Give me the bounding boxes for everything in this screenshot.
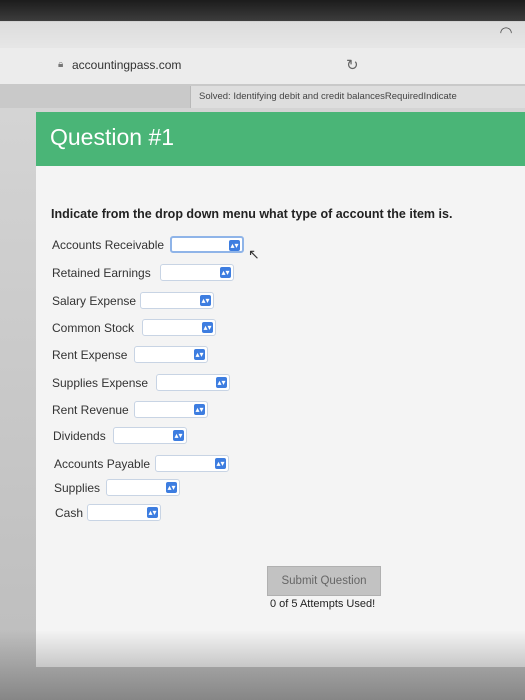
reload-icon[interactable]: ↻ xyxy=(346,56,359,74)
select-arrows-icon: ▴▾ xyxy=(166,482,177,493)
account-type-select[interactable]: ▴▾ xyxy=(87,504,161,521)
item-label: Supplies Expense xyxy=(52,376,149,390)
select-arrows-icon: ▴▾ xyxy=(215,458,226,469)
select-arrows-icon: ▴▾ xyxy=(194,404,205,415)
screen-bottom-shade xyxy=(0,630,525,700)
account-type-select[interactable]: ▴▾ xyxy=(142,319,216,336)
tab-bar: Solved: Identifying debit and credit bal… xyxy=(0,84,525,109)
question-instruction: Indicate from the drop down menu what ty… xyxy=(51,207,453,221)
attempts-counter: 0 of 5 Attempts Used! xyxy=(270,598,376,610)
select-arrows-icon: ▴▾ xyxy=(229,240,240,251)
select-arrows-icon: ▴▾ xyxy=(173,430,184,441)
item-label: Rent Expense xyxy=(52,348,128,362)
item-label: Accounts Payable xyxy=(54,457,151,471)
select-arrows-icon: ▴▾ xyxy=(220,267,231,278)
lock-icon: 🔒︎ xyxy=(58,59,64,70)
item-label: Salary Expense xyxy=(52,294,137,308)
account-type-select[interactable]: ▴▾ xyxy=(160,264,234,281)
item-label: Cash xyxy=(55,506,84,520)
account-type-select[interactable]: ▴▾ xyxy=(155,455,229,472)
account-type-select[interactable]: ▴▾ xyxy=(134,346,208,363)
account-type-select[interactable]: ▴▾ xyxy=(140,292,214,309)
question-title: Question #1 xyxy=(50,124,175,150)
item-label: Accounts Receivable xyxy=(52,238,165,252)
item-label: Common Stock xyxy=(52,321,135,335)
select-arrows-icon: ▴▾ xyxy=(216,377,227,388)
tab-active[interactable]: Solved: Identifying debit and credit bal… xyxy=(190,86,525,108)
account-type-select[interactable]: ▴▾ xyxy=(170,236,244,253)
select-arrows-icon: ▴▾ xyxy=(202,322,213,333)
page-content: Question #1 Indicate from the drop down … xyxy=(0,108,525,700)
account-type-select[interactable]: ▴▾ xyxy=(113,427,187,444)
item-label: Rent Revenue xyxy=(52,403,129,417)
account-type-select[interactable]: ▴▾ xyxy=(134,401,208,418)
submit-question-button[interactable]: Submit Question xyxy=(267,566,381,596)
mouse-cursor-icon: ↖ xyxy=(248,246,260,262)
select-arrows-icon: ▴▾ xyxy=(147,507,158,518)
wifi-icon: ◠ xyxy=(499,24,513,41)
item-label: Dividends xyxy=(53,429,106,443)
screen-top-bezel: ◠ xyxy=(0,0,525,52)
select-arrows-icon: ▴▾ xyxy=(200,295,211,306)
item-label: Supplies xyxy=(54,481,101,495)
account-type-select[interactable]: ▴▾ xyxy=(156,374,230,391)
url-text[interactable]: accountingpass.com xyxy=(72,58,181,72)
address-bar[interactable]: 🔒︎ accountingpass.com ↻ xyxy=(0,48,525,85)
account-type-select[interactable]: ▴▾ xyxy=(106,479,180,496)
question-header: Question #1 xyxy=(36,112,525,166)
select-arrows-icon: ▴▾ xyxy=(194,349,205,360)
item-label: Retained Earnings xyxy=(52,266,151,280)
